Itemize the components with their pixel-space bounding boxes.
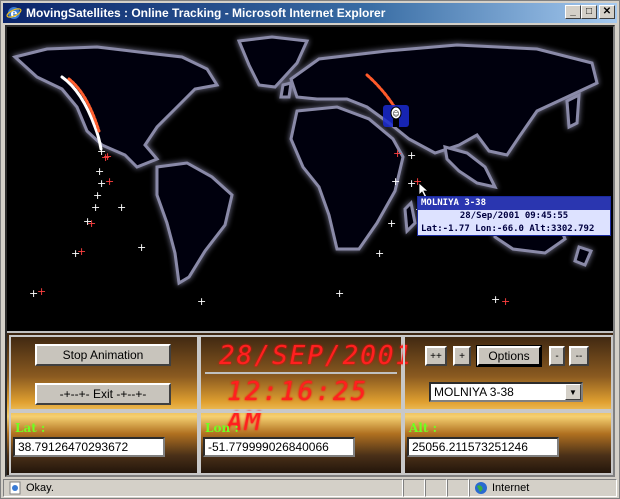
speed-slower-button[interactable]: -- xyxy=(569,346,589,366)
window-controls: _ □ ✕ xyxy=(565,5,615,19)
svg-text:+: + xyxy=(375,247,384,260)
longitude-label: Lon : xyxy=(205,421,239,435)
svg-text:+: + xyxy=(387,217,396,230)
chevron-down-icon[interactable]: ▼ xyxy=(565,384,581,400)
svg-text:+: + xyxy=(103,150,112,163)
internet-explorer-icon: e xyxy=(6,7,22,20)
tooltip-satellite-name: MOLNIYA 3-38 xyxy=(418,197,610,210)
svg-text:+: + xyxy=(393,147,402,160)
latitude-label: Lat : xyxy=(15,421,46,435)
altitude-field[interactable]: 25056.211573251246 xyxy=(407,437,559,457)
svg-text:+: + xyxy=(137,241,146,254)
zone-text: Internet xyxy=(492,482,530,494)
svg-text:+: + xyxy=(501,295,510,308)
clock-cell: 28/SEP/2001 12:16:25 AM xyxy=(199,335,411,437)
svg-text:+: + xyxy=(407,149,416,162)
animation-controls-cell: Stop Animation -+--+- Exit -+--+- xyxy=(9,335,199,411)
stop-animation-button[interactable]: Stop Animation xyxy=(35,344,171,366)
close-button[interactable]: ✕ xyxy=(599,5,615,19)
status-segment-3 xyxy=(447,479,469,497)
altitude-cell: Alt : 25056.211573251246 xyxy=(403,411,613,475)
exit-button[interactable]: -+--+- Exit -+--+- xyxy=(35,383,171,405)
svg-text:+: + xyxy=(117,201,126,214)
svg-text:+: + xyxy=(105,175,114,188)
control-panel: Stop Animation -+--+- Exit -+--+- 28/SEP… xyxy=(7,331,613,475)
altitude-label: Alt : xyxy=(409,421,438,435)
speed-up-button[interactable]: + xyxy=(453,346,471,366)
status-segment-1 xyxy=(403,479,425,497)
speed-controls-cell: ++ + Options - -- MOLNIYA 3-38 ▼ xyxy=(403,335,613,411)
minimize-button[interactable]: _ xyxy=(565,5,581,19)
globe-icon xyxy=(475,482,487,494)
window-title: MovingSatellites : Online Tracking - Mic… xyxy=(26,6,386,20)
satellite-icon[interactable]: ☺ xyxy=(383,105,409,127)
speed-faster-button[interactable]: ++ xyxy=(425,346,447,366)
satellite-select-value: MOLNIYA 3-38 xyxy=(434,385,514,399)
options-button[interactable]: Options xyxy=(476,345,542,367)
page-content: + + + + + + + + + + + + + + + + + + + + xyxy=(5,25,615,477)
svg-text:+: + xyxy=(83,215,92,228)
status-message: Okay. xyxy=(3,479,403,497)
longitude-cell: Lon : -51.779999026840066 xyxy=(199,411,403,475)
status-bar: Okay. Internet xyxy=(3,479,617,497)
clock-divider xyxy=(205,372,397,374)
date-display: 28/SEP/2001 xyxy=(219,341,414,371)
svg-text:+: + xyxy=(91,201,100,214)
status-segment-2 xyxy=(425,479,447,497)
tooltip-coordinates: Lat:-1.77 Lon:-66.0 Alt:3302.792 xyxy=(421,224,595,234)
security-zone: Internet xyxy=(469,479,617,497)
svg-text:+: + xyxy=(391,175,400,188)
svg-text:☺: ☺ xyxy=(392,110,399,118)
latitude-field[interactable]: 38.79126470293672 xyxy=(13,437,165,457)
world-map[interactable]: + + + + + + + + + + + + + + + + + + + + xyxy=(7,27,615,331)
tooltip-datetime: 28/Sep/2001 09:45:55 xyxy=(459,211,569,221)
latitude-cell: Lat : 38.79126470293672 xyxy=(9,411,199,475)
speed-down-button[interactable]: - xyxy=(549,346,565,366)
longitude-field[interactable]: -51.779999026840066 xyxy=(203,437,355,457)
status-text: Okay. xyxy=(26,482,54,494)
svg-text:+: + xyxy=(93,189,102,202)
svg-text:+: + xyxy=(37,285,46,298)
maximize-button[interactable]: □ xyxy=(581,5,597,19)
satellite-select[interactable]: MOLNIYA 3-38 ▼ xyxy=(429,382,583,402)
svg-text:+: + xyxy=(77,245,86,258)
title-bar[interactable]: e MovingSatellites : Online Tracking - M… xyxy=(3,3,617,23)
browser-window: e MovingSatellites : Online Tracking - M… xyxy=(0,0,620,499)
page-icon xyxy=(9,481,21,495)
satellite-tooltip: MOLNIYA 3-38 28/Sep/2001 09:45:55 Lat:-1… xyxy=(417,196,611,236)
svg-text:+: + xyxy=(335,287,344,300)
svg-text:+: + xyxy=(491,293,500,306)
svg-text:+: + xyxy=(197,295,206,308)
